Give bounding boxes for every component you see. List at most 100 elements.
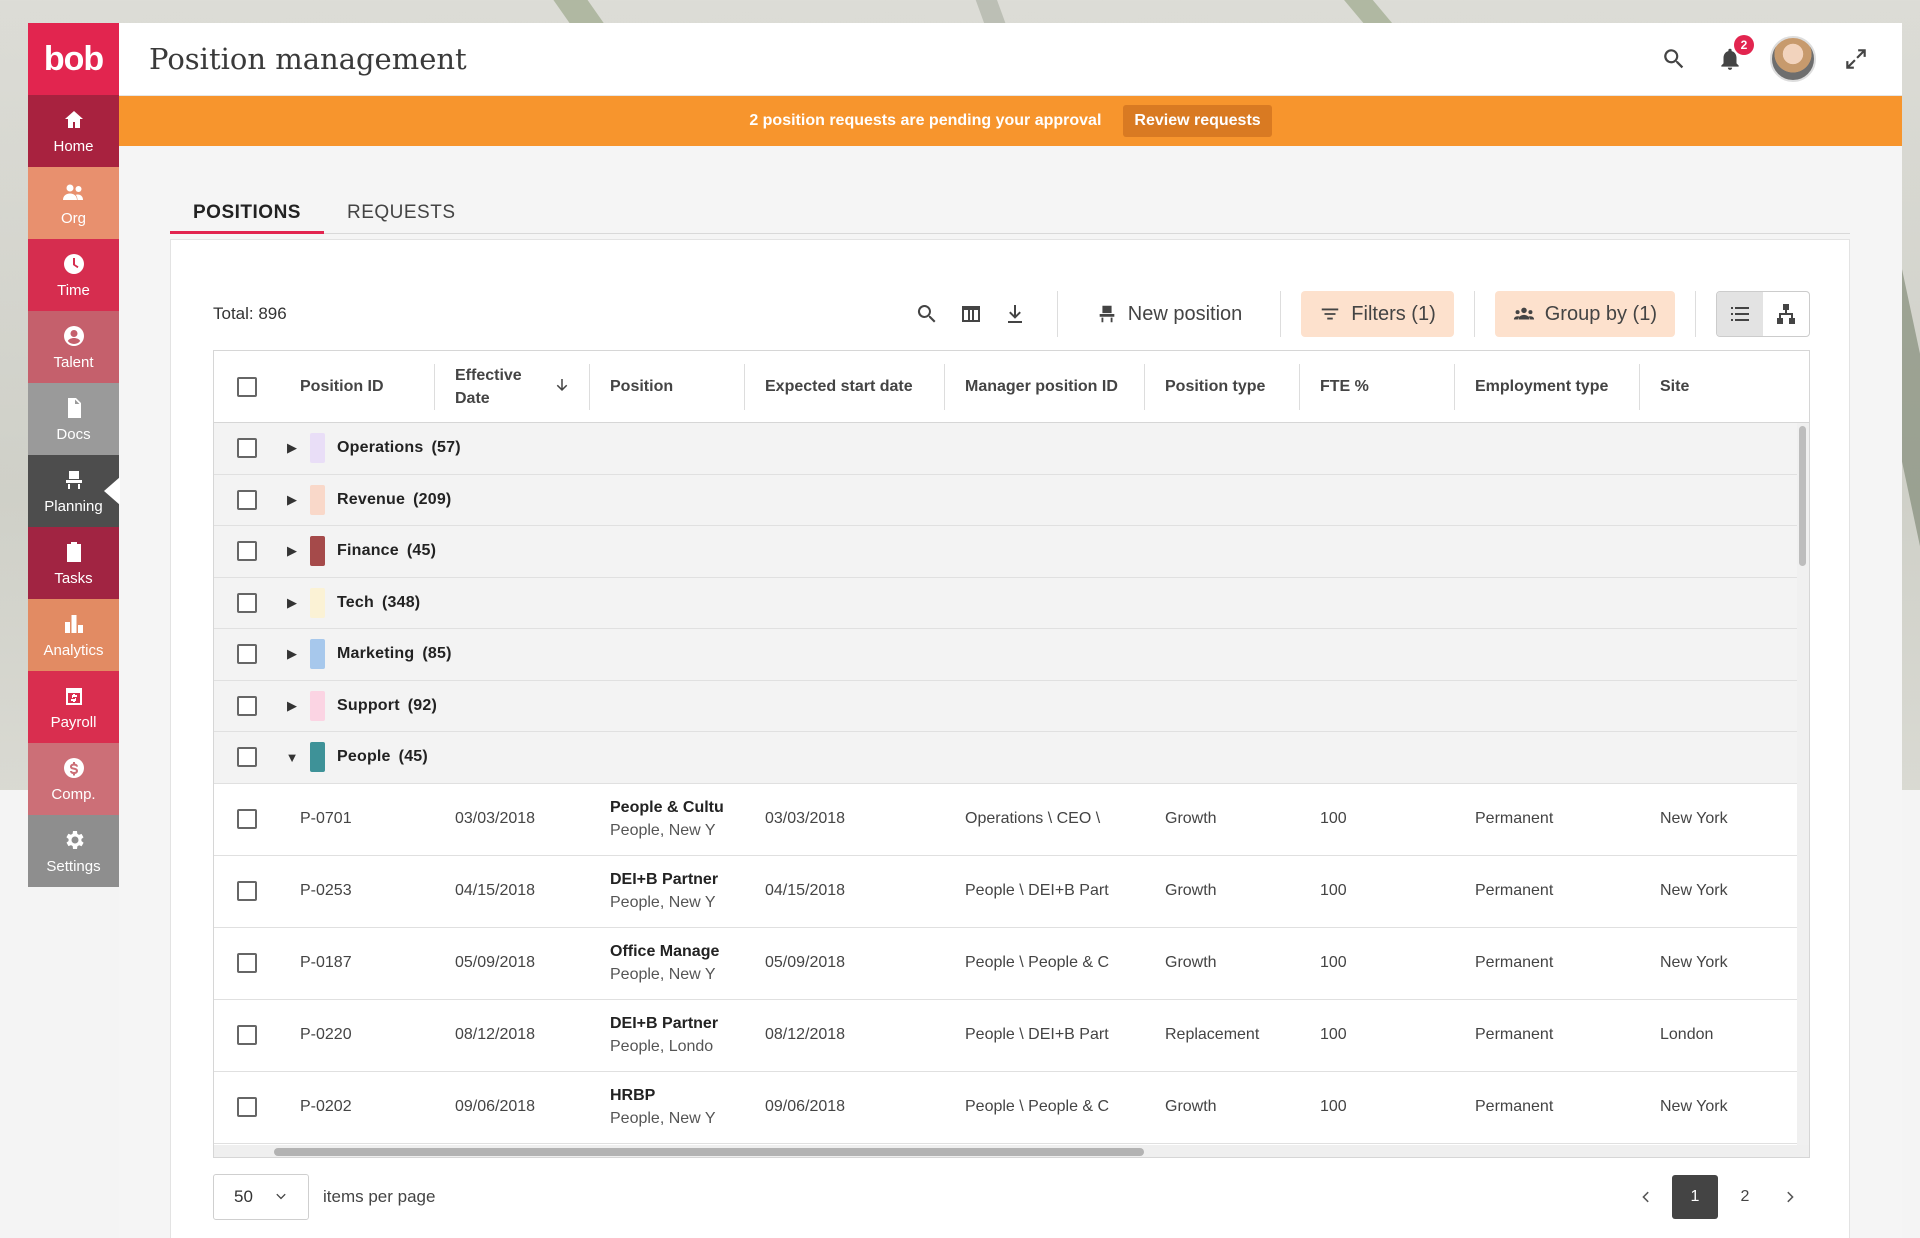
row-checkbox[interactable] (237, 953, 257, 973)
cell-manager: People \ People & C (965, 954, 1110, 971)
cell-fte: 100 (1320, 882, 1347, 899)
position-subtitle: People, New Y (610, 1110, 716, 1127)
next-page-button[interactable] (1772, 1175, 1810, 1219)
items-per-page-select[interactable]: 50 (213, 1174, 309, 1220)
column-header-expected-start-date[interactable]: Expected start date (745, 363, 945, 410)
group-row-marketing[interactable]: ▶ Marketing (85) (214, 629, 1809, 681)
cell-start: 08/12/2018 (765, 1026, 846, 1043)
column-header-position-id[interactable]: Position ID (280, 363, 435, 410)
sidebar-nav: Home Org Time Talent Docs Planning Tasks Analyt… (28, 95, 120, 887)
search-button[interactable] (1658, 43, 1690, 75)
caret-right-icon[interactable]: ▶ (286, 543, 298, 559)
bob-logo[interactable]: bob (28, 23, 119, 95)
download-button[interactable] (993, 292, 1037, 336)
sidebar-item-comp[interactable]: Comp. (28, 743, 119, 815)
columns-button[interactable] (949, 292, 993, 336)
sidebar-item-analytics[interactable]: Analytics (28, 599, 119, 671)
sidebar-item-tasks[interactable]: Tasks (28, 527, 119, 599)
group-row-support[interactable]: ▶ Support (92) (214, 680, 1809, 732)
table-row[interactable]: P-0187 05/09/2018 Office Manage People, New… (214, 927, 1809, 1000)
column-header-site[interactable]: Site (1640, 364, 1795, 410)
notifications-button[interactable]: 2 (1714, 35, 1754, 75)
filter-icon (1322, 308, 1339, 320)
cell-manager: Operations \ CEO \ (965, 810, 1101, 827)
user-avatar[interactable] (1770, 36, 1816, 82)
column-header-effective-date[interactable]: Effective Date (435, 363, 590, 410)
sort-descending-icon[interactable] (553, 376, 571, 401)
vertical-scroll-thumb[interactable] (1799, 426, 1806, 566)
group-row-tech[interactable]: ▶ Tech (348) (214, 577, 1809, 629)
column-header-employment-type[interactable]: Employment type (1455, 363, 1640, 410)
row-checkbox[interactable] (237, 809, 257, 829)
table-row[interactable]: P-0220 08/12/2018 DEI+B Partner People, Lon… (214, 999, 1809, 1072)
cell-start: 05/09/2018 (765, 954, 846, 971)
group-row-revenue[interactable]: ▶ Revenue (209) (214, 474, 1809, 526)
group-row-people[interactable]: ▼ People (45) (214, 732, 1809, 784)
cell-employment: Permanent (1475, 1026, 1554, 1043)
group-by-button[interactable]: Group by (1) (1494, 291, 1675, 337)
table-search-button[interactable] (905, 292, 949, 336)
group-color-swatch (310, 536, 325, 567)
group-checkbox[interactable] (237, 541, 257, 562)
sidebar-item-settings[interactable]: Settings (28, 815, 119, 887)
caret-right-icon[interactable]: ▶ (286, 646, 298, 662)
tab-requests[interactable]: REQUESTS (324, 198, 479, 234)
column-header-label: Manager position ID (965, 378, 1118, 395)
row-checkbox[interactable] (237, 1025, 257, 1045)
group-checkbox[interactable] (237, 747, 257, 768)
table-row[interactable]: P-0202 09/06/2018 HRBP People, New Y 09/06/2… (214, 1071, 1809, 1144)
caret-right-icon[interactable]: ▶ (286, 595, 298, 611)
tab-positions[interactable]: POSITIONS (170, 198, 324, 234)
caret-right-icon[interactable]: ▶ (286, 698, 298, 714)
table-row[interactable]: P-0701 03/03/2018 People & Cultu People, Ne… (214, 783, 1809, 856)
filters-button[interactable]: Filters (1) (1301, 291, 1454, 337)
sidebar-item-planning[interactable]: Planning (28, 455, 120, 527)
group-color-swatch (310, 587, 325, 618)
previous-page-button[interactable] (1626, 1175, 1664, 1219)
group-checkbox[interactable] (237, 438, 257, 459)
new-position-label: New position (1127, 302, 1243, 325)
table-row[interactable]: P-0253 04/15/2018 DEI+B Partner People, New… (214, 855, 1809, 928)
sidebar-item-time[interactable]: Time (28, 239, 119, 311)
row-checkbox[interactable] (237, 1097, 257, 1117)
caret-right-icon[interactable]: ▶ (286, 492, 298, 508)
new-position-button[interactable]: New position (1078, 291, 1261, 337)
horizontal-scroll-thumb[interactable] (274, 1148, 1144, 1156)
page-1-button[interactable]: 1 (1672, 1175, 1718, 1219)
group-row-finance[interactable]: ▶ Finance (45) (214, 526, 1809, 578)
horizontal-scrollbar[interactable] (214, 1145, 1809, 1157)
group-checkbox[interactable] (237, 489, 257, 510)
vertical-scrollbar[interactable] (1797, 423, 1809, 1145)
sidebar-item-talent[interactable]: Talent (28, 311, 119, 383)
caret-down-icon[interactable]: ▼ (286, 750, 299, 765)
cell-position: HRBP People, New Y (590, 1084, 745, 1130)
cell-position: DEI+B Partner People, New Y (590, 868, 745, 914)
select-all-checkbox[interactable] (237, 376, 257, 397)
chair-icon (1099, 305, 1115, 323)
sidebar-item-label: Settings (46, 857, 101, 875)
group-checkbox[interactable] (237, 695, 257, 716)
page-2-button[interactable]: 2 (1726, 1175, 1764, 1219)
compensation-icon (63, 757, 84, 778)
column-header-label: Position (610, 378, 674, 395)
review-requests-button[interactable]: Review requests (1123, 105, 1272, 137)
sidebar-item-home[interactable]: Home (28, 95, 119, 167)
sidebar-item-payroll[interactable]: Payroll (28, 671, 119, 743)
org-chart-view-button[interactable] (1763, 292, 1809, 336)
column-header-fte[interactable]: FTE % (1300, 363, 1455, 410)
sidebar-item-docs[interactable]: Docs (28, 383, 119, 455)
list-view-button[interactable] (1717, 292, 1763, 336)
column-header-manager-position-id[interactable]: Manager position ID (945, 363, 1145, 410)
group-checkbox[interactable] (237, 592, 257, 613)
caret-right-icon[interactable]: ▶ (286, 440, 298, 456)
column-header-position-type[interactable]: Position type (1145, 363, 1300, 410)
group-checkbox[interactable] (237, 644, 257, 665)
row-checkbox[interactable] (237, 881, 257, 901)
expand-button[interactable] (1840, 43, 1872, 75)
sidebar-item-org[interactable]: Org (28, 167, 119, 239)
column-header-position[interactable]: Position (590, 363, 745, 410)
group-row-operations[interactable]: ▶ Operations (57) (214, 423, 1809, 475)
top-actions: 2 (1658, 35, 1872, 82)
cell-start: 09/06/2018 (765, 1098, 846, 1115)
talent-icon (63, 325, 84, 346)
